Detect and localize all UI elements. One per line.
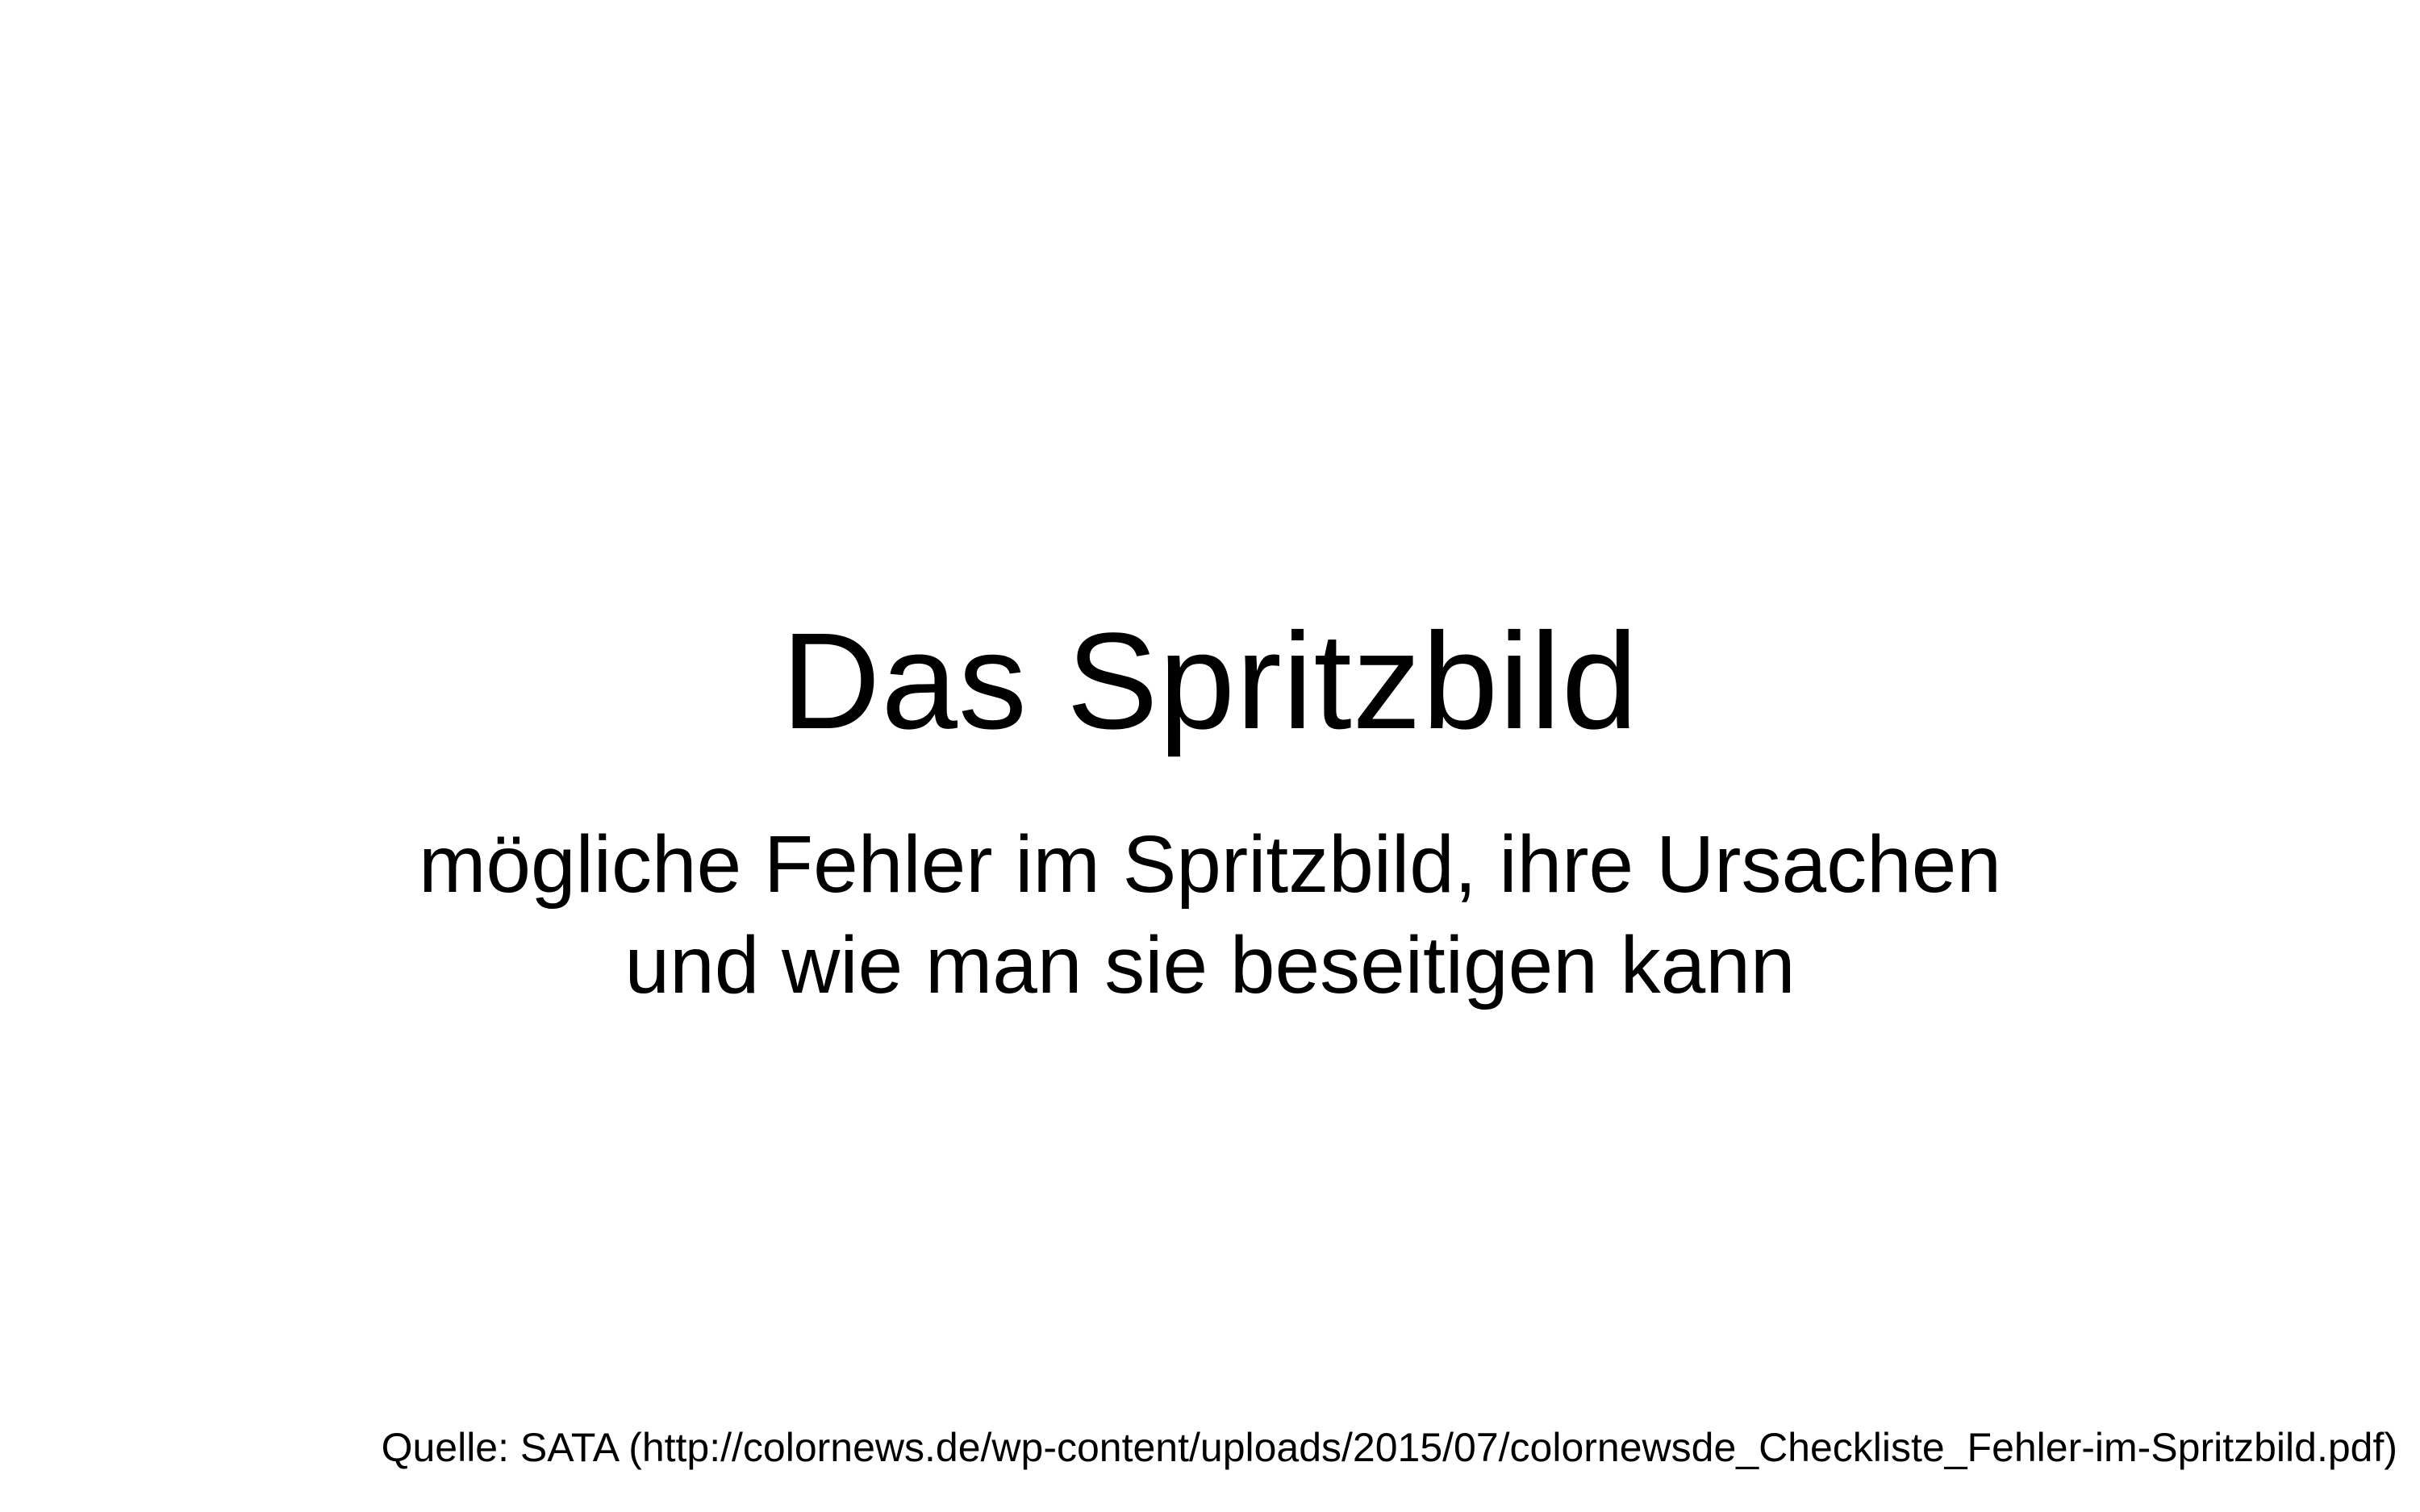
subtitle-line-2: und wie man sie beseitigen kann (624, 920, 1796, 1010)
subtitle-line-1: mögliche Fehler im Spritzbild, ihre Ursa… (419, 819, 2001, 910)
source-citation: Quelle: SATA (http://colornews.de/wp-con… (381, 1425, 2397, 1470)
title-slide: Das Spritzbild mögliche Fehler im Spritz… (0, 0, 2420, 1512)
slide-title: Das Spritzbild (781, 605, 1639, 758)
slide-subtitle: mögliche Fehler im Spritzbild, ihre Ursa… (0, 814, 2420, 1016)
